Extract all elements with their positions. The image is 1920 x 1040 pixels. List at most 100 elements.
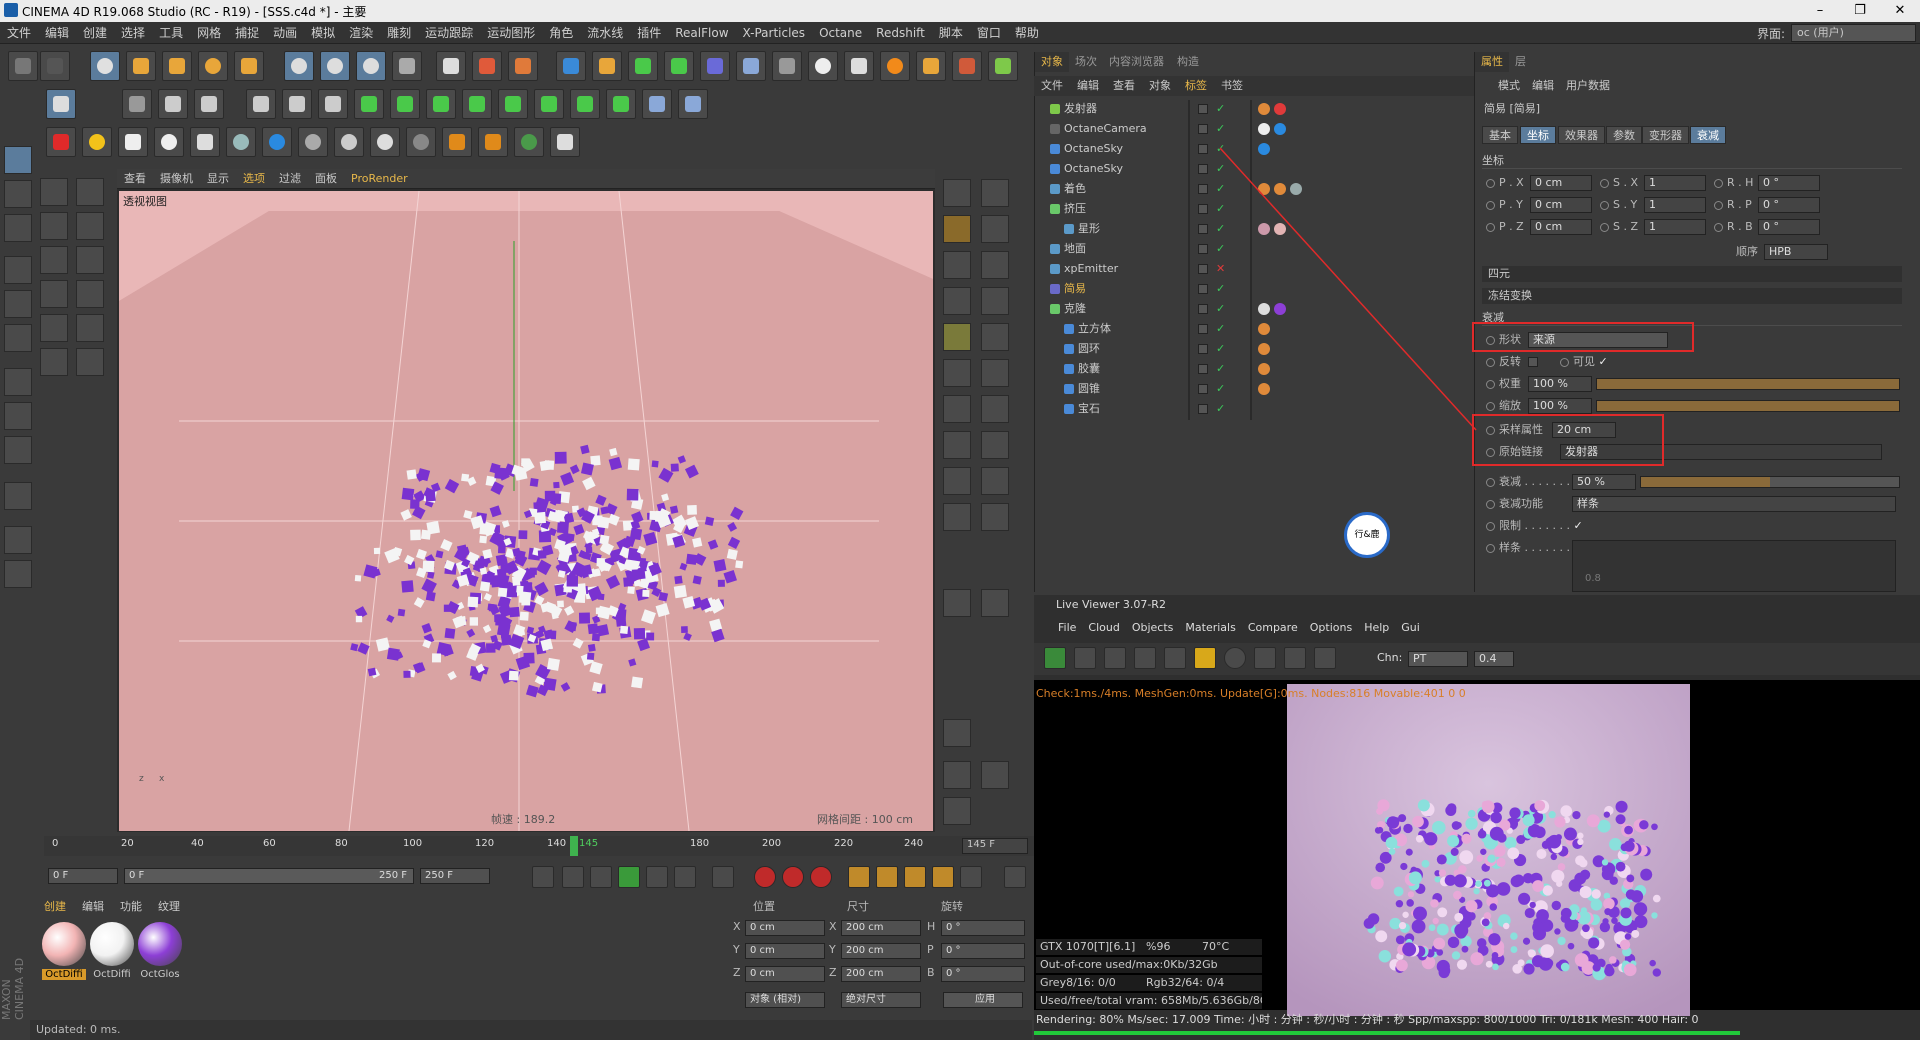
octane-area-light-icon[interactable] bbox=[118, 127, 148, 157]
prev-frame-icon[interactable] bbox=[590, 866, 612, 888]
octane-glossy-material-icon[interactable] bbox=[334, 127, 364, 157]
object-tag-icon[interactable] bbox=[1274, 123, 1286, 135]
menu-mesh[interactable]: 网格 bbox=[190, 22, 228, 44]
menu-redshift[interactable]: Redshift bbox=[869, 22, 932, 44]
octane-daylight-icon[interactable] bbox=[226, 127, 256, 157]
snap-icon[interactable] bbox=[4, 436, 32, 464]
extrude-icon[interactable] bbox=[426, 89, 456, 119]
om-menu-edit[interactable]: 编辑 bbox=[1070, 76, 1106, 96]
octane-hdri-icon[interactable] bbox=[262, 127, 292, 157]
coord-field-input[interactable]: 0 cm bbox=[1530, 197, 1592, 213]
coord-field-input[interactable]: 1 bbox=[1644, 219, 1706, 235]
cube-outline-icon[interactable] bbox=[981, 251, 1009, 279]
menu-edit[interactable]: 编辑 bbox=[38, 22, 76, 44]
knife-sculpt-icon[interactable] bbox=[943, 503, 971, 531]
menu-motion-tracker[interactable]: 运动跟踪 bbox=[418, 22, 480, 44]
coord-field-radio[interactable] bbox=[1714, 200, 1723, 210]
solo-icon[interactable] bbox=[4, 560, 32, 588]
transform-icon[interactable] bbox=[234, 51, 264, 81]
menu-realflow[interactable]: RealFlow bbox=[668, 22, 735, 44]
lv-menu-compare[interactable]: Compare bbox=[1242, 619, 1304, 637]
object-row[interactable]: OctaneSky bbox=[1050, 140, 1123, 158]
material-swatch[interactable] bbox=[42, 922, 86, 966]
clamp-checkmark[interactable]: ✓ bbox=[1573, 519, 1582, 532]
om-menu-file[interactable]: 文件 bbox=[1034, 76, 1070, 96]
subtab-falloff[interactable]: 衰减 bbox=[1690, 126, 1726, 144]
subtab-parameter[interactable]: 参数 bbox=[1606, 126, 1642, 144]
select-tool-icon[interactable] bbox=[76, 212, 104, 240]
tracer-icon[interactable] bbox=[642, 89, 672, 119]
pos-y-field[interactable]: 0 cm bbox=[745, 943, 825, 959]
menu-mograph[interactable]: 运动图形 bbox=[480, 22, 542, 44]
fracture-icon[interactable] bbox=[570, 89, 600, 119]
lv-menu-help[interactable]: Help bbox=[1358, 619, 1395, 637]
falloff-func-dropdown[interactable]: 样条 bbox=[1572, 496, 1896, 512]
lv-menu-materials[interactable]: Materials bbox=[1179, 619, 1241, 637]
am-menu-userdata[interactable]: 用户数据 bbox=[1560, 76, 1616, 96]
xp-download-icon[interactable] bbox=[844, 51, 874, 81]
x-axis-icon[interactable] bbox=[284, 51, 314, 81]
object-row[interactable]: 胶囊 bbox=[1064, 360, 1100, 378]
s-plugin-icon[interactable] bbox=[880, 51, 910, 81]
key-position-icon[interactable] bbox=[848, 866, 870, 888]
vp-menu-options[interactable]: 选项 bbox=[236, 169, 272, 189]
lasso-select-icon[interactable] bbox=[76, 280, 104, 308]
realflow-icon[interactable] bbox=[988, 51, 1018, 81]
layers-icon[interactable] bbox=[981, 215, 1009, 243]
spline-rectangle-icon[interactable] bbox=[282, 89, 312, 119]
object-row[interactable]: 地面 bbox=[1050, 240, 1086, 258]
key-pla-icon[interactable] bbox=[960, 866, 982, 888]
object-row[interactable]: 简易 bbox=[1050, 280, 1086, 298]
menu-help[interactable]: 帮助 bbox=[1008, 22, 1046, 44]
octane-scatter-icon[interactable] bbox=[514, 127, 544, 157]
tab-objects[interactable]: 对象 bbox=[1035, 52, 1069, 72]
y-axis-icon[interactable] bbox=[320, 51, 350, 81]
material-swatch[interactable] bbox=[138, 922, 182, 966]
vp-menu-prorender[interactable]: ProRender bbox=[344, 169, 415, 189]
current-frame-field[interactable]: 145 F bbox=[962, 838, 1028, 854]
object-row[interactable]: 挤压 bbox=[1050, 200, 1086, 218]
cube-color-icon[interactable] bbox=[943, 797, 971, 825]
menu-simulate[interactable]: 模拟 bbox=[304, 22, 342, 44]
key-parameter-icon[interactable] bbox=[932, 866, 954, 888]
vp-menu-filter[interactable]: 过滤 bbox=[272, 169, 308, 189]
menu-animate[interactable]: 动画 bbox=[266, 22, 304, 44]
mask-icon[interactable] bbox=[943, 719, 971, 747]
clamp-radio[interactable] bbox=[1486, 521, 1495, 531]
menu-x-particles[interactable]: X-Particles bbox=[736, 22, 813, 44]
subdivision-icon[interactable] bbox=[628, 51, 658, 81]
mat-menu-create[interactable]: 创建 bbox=[36, 898, 74, 916]
coord-mode-dropdown[interactable]: 对象 (相对) bbox=[745, 992, 825, 1008]
xpresso-icon[interactable] bbox=[678, 89, 708, 119]
play-icon[interactable] bbox=[618, 866, 640, 888]
coord-field-input[interactable]: 1 bbox=[1644, 175, 1706, 191]
move-icon[interactable] bbox=[126, 51, 156, 81]
octane-shuffle-icon[interactable] bbox=[550, 127, 580, 157]
end-frame-field[interactable]: 250 F bbox=[420, 868, 490, 884]
inflate-icon[interactable] bbox=[943, 395, 971, 423]
invert-checkbox[interactable] bbox=[1528, 357, 1538, 367]
start-frame-field[interactable]: 0 F bbox=[48, 868, 118, 884]
redo-icon[interactable] bbox=[40, 51, 70, 81]
lv-sphere-icon[interactable] bbox=[1224, 647, 1246, 669]
z-axis-icon[interactable] bbox=[356, 51, 386, 81]
coord-field-input[interactable]: 0 cm bbox=[1530, 175, 1592, 191]
object-row[interactable]: 立方体 bbox=[1064, 320, 1111, 338]
next-key-icon[interactable] bbox=[674, 866, 696, 888]
lv-settings-gear-icon[interactable] bbox=[1164, 647, 1186, 669]
live-select-icon[interactable] bbox=[90, 51, 120, 81]
polygon-select-icon[interactable] bbox=[76, 314, 104, 342]
move-tool-icon[interactable] bbox=[40, 178, 68, 206]
object-row[interactable]: 克隆 bbox=[1050, 300, 1086, 318]
size-x-field[interactable]: 200 cm bbox=[841, 920, 921, 936]
axis-icon[interactable] bbox=[943, 761, 971, 789]
range-slider[interactable]: 0 F 250 F bbox=[124, 868, 414, 884]
falloff-func-radio[interactable] bbox=[1486, 499, 1495, 509]
octane-volume-icon[interactable] bbox=[478, 127, 508, 157]
brush-tool-icon[interactable] bbox=[40, 348, 68, 376]
tab-structure[interactable]: 构造 bbox=[1171, 52, 1205, 72]
octane-vdb-icon[interactable] bbox=[442, 127, 472, 157]
deformer-icon[interactable] bbox=[700, 51, 730, 81]
octane-diffuse-material-icon[interactable] bbox=[298, 127, 328, 157]
layout-dropdown[interactable]: oc (用户) bbox=[1791, 24, 1916, 42]
